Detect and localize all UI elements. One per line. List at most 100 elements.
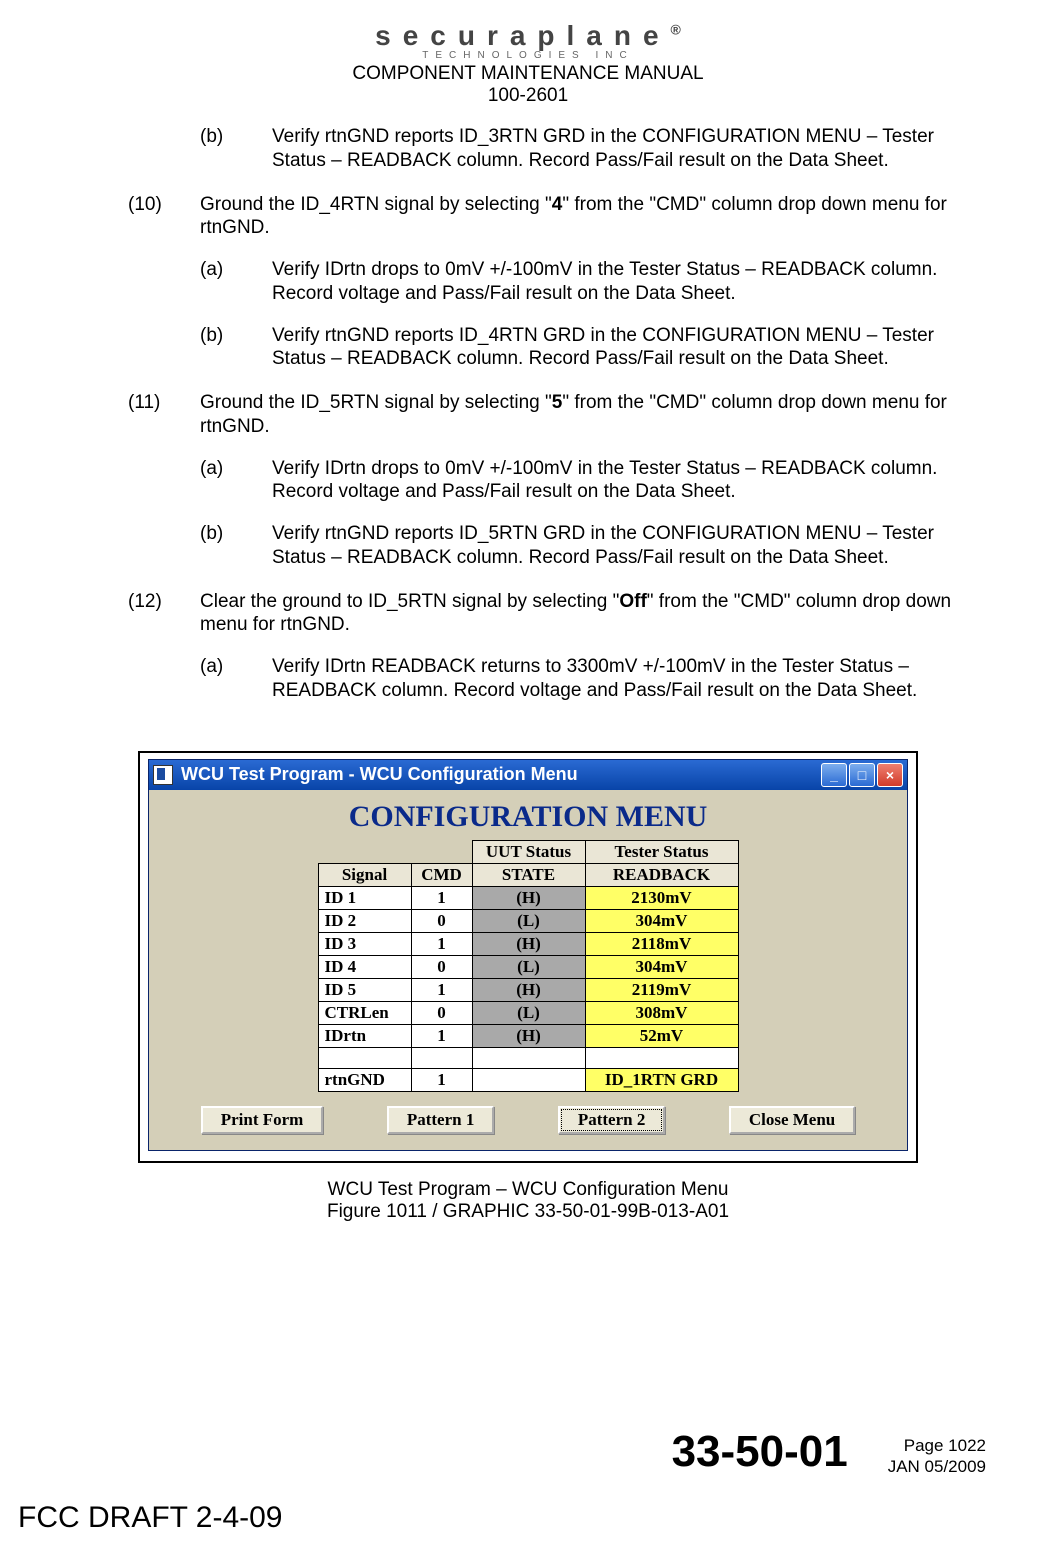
cell-signal: ID 3 <box>318 932 411 955</box>
pattern-1-button[interactable]: Pattern 1 <box>387 1106 495 1134</box>
step-label: (12) <box>128 590 200 638</box>
table-row: CTRLen0(L)308mV <box>318 1001 738 1024</box>
step-text: Verify IDrtn READBACK returns to 3300mV … <box>272 655 986 703</box>
page-info: Page 1022 JAN 05/2009 <box>888 1436 986 1477</box>
step-text: Verify rtnGND reports ID_5RTN GRD in the… <box>272 522 986 570</box>
step-text: Verify IDrtn drops to 0mV +/-100mV in th… <box>272 258 986 306</box>
cell-state: (L) <box>472 1001 585 1024</box>
brand-subtitle: TECHNOLOGIES INC <box>70 50 986 61</box>
body-text: (b) Verify rtnGND reports ID_3RTN GRD in… <box>70 125 986 703</box>
step-10a: (a) Verify IDrtn drops to 0mV +/-100mV i… <box>200 258 986 306</box>
config-table: UUT Status Tester Status Signal CMD STAT… <box>318 840 739 1092</box>
cell-readback: ID_1RTN GRD <box>585 1068 738 1091</box>
step-12a: (a) Verify IDrtn READBACK returns to 330… <box>200 655 986 703</box>
page-number: Page 1022 <box>888 1436 986 1456</box>
close-menu-button[interactable]: Close Menu <box>729 1106 855 1134</box>
step-text: Verify IDrtn drops to 0mV +/-100mV in th… <box>272 457 986 505</box>
cell-signal: CTRLen <box>318 1001 411 1024</box>
minimize-icon[interactable]: _ <box>821 763 847 787</box>
step-12: (12) Clear the ground to ID_5RTN signal … <box>128 590 986 638</box>
cell-readback: 2118mV <box>585 932 738 955</box>
step-label: (b) <box>200 324 272 372</box>
step-b: (b) Verify rtnGND reports ID_3RTN GRD in… <box>200 125 986 173</box>
step-10b: (b) Verify rtnGND reports ID_4RTN GRD in… <box>200 324 986 372</box>
cell-signal: IDrtn <box>318 1024 411 1047</box>
cell-state: (H) <box>472 978 585 1001</box>
step-label: (10) <box>128 193 200 241</box>
app-icon <box>153 765 173 785</box>
manual-number: 100-2601 <box>70 85 986 107</box>
table-group-header: UUT Status Tester Status <box>318 840 738 863</box>
step-11: (11) Ground the ID_5RTN signal by select… <box>128 391 986 439</box>
close-icon[interactable]: × <box>877 763 903 787</box>
step-label: (b) <box>200 125 272 173</box>
cell-signal: ID 4 <box>318 955 411 978</box>
config-menu-title: CONFIGURATION MENU <box>159 800 897 834</box>
cell-cmd[interactable]: 1 <box>411 932 472 955</box>
col-state: STATE <box>472 863 585 886</box>
cell-cmd[interactable]: 0 <box>411 955 472 978</box>
step-11b: (b) Verify rtnGND reports ID_5RTN GRD in… <box>200 522 986 570</box>
col-readback: READBACK <box>585 863 738 886</box>
cell-signal: ID 5 <box>318 978 411 1001</box>
figure-number: Figure 1011 / GRAPHIC 33-50-01-99B-013-A… <box>70 1201 986 1223</box>
manual-title: COMPONENT MAINTENANCE MANUAL <box>70 63 986 85</box>
brand-logo: securaplane® <box>70 20 986 52</box>
table-row-rtngnd: rtnGND 1 ID_1RTN GRD <box>318 1068 738 1091</box>
step-label: (a) <box>200 655 272 703</box>
cell-cmd[interactable]: 1 <box>411 1068 472 1091</box>
table-row: IDrtn1(H)52mV <box>318 1024 738 1047</box>
step-11a: (a) Verify IDrtn drops to 0mV +/-100mV i… <box>200 457 986 505</box>
cell-state: (H) <box>472 886 585 909</box>
cell-readback: 308mV <box>585 1001 738 1024</box>
cell-state <box>472 1068 585 1091</box>
uut-status-header: UUT Status <box>472 840 585 863</box>
step-label: (a) <box>200 457 272 505</box>
step-label: (a) <box>200 258 272 306</box>
step-label: (11) <box>128 391 200 439</box>
cell-cmd[interactable]: 1 <box>411 1024 472 1047</box>
cell-state: (H) <box>472 932 585 955</box>
cell-readback: 2130mV <box>585 886 738 909</box>
button-row: Print Form Pattern 1 Pattern 2 Close Men… <box>159 1106 897 1134</box>
section-code: 33-50-01 <box>672 1427 848 1477</box>
brand-name: securaplane <box>375 20 670 51</box>
cell-readback: 304mV <box>585 955 738 978</box>
window-body: CONFIGURATION MENU UUT Status Tester Sta… <box>149 790 907 1150</box>
figure-title: WCU Test Program – WCU Configuration Men… <box>70 1179 986 1201</box>
step-text: Ground the ID_5RTN signal by selecting "… <box>200 391 986 439</box>
table-row: ID 51(H)2119mV <box>318 978 738 1001</box>
fcc-draft-stamp: FCC DRAFT 2-4-09 <box>18 1501 283 1535</box>
cell-cmd[interactable]: 0 <box>411 909 472 932</box>
window-controls: _ □ × <box>821 763 903 787</box>
step-text: Verify rtnGND reports ID_3RTN GRD in the… <box>272 125 986 173</box>
col-signal: Signal <box>318 863 411 886</box>
cell-cmd[interactable]: 0 <box>411 1001 472 1024</box>
print-form-button[interactable]: Print Form <box>201 1106 324 1134</box>
table-column-header: Signal CMD STATE READBACK <box>318 863 738 886</box>
cell-cmd[interactable]: 1 <box>411 886 472 909</box>
tester-status-header: Tester Status <box>585 840 738 863</box>
window-title: WCU Test Program - WCU Configuration Men… <box>181 764 821 785</box>
cell-readback: 304mV <box>585 909 738 932</box>
table-row-empty <box>318 1047 738 1068</box>
cell-cmd[interactable]: 1 <box>411 978 472 1001</box>
table-row: ID 40(L)304mV <box>318 955 738 978</box>
step-text: Clear the ground to ID_5RTN signal by se… <box>200 590 986 638</box>
maximize-icon[interactable]: □ <box>849 763 875 787</box>
cell-readback: 2119mV <box>585 978 738 1001</box>
col-cmd: CMD <box>411 863 472 886</box>
cell-signal: ID 1 <box>318 886 411 909</box>
document-header: securaplane® TECHNOLOGIES INC COMPONENT … <box>70 20 986 107</box>
step-label: (b) <box>200 522 272 570</box>
table-row: ID 11(H)2130mV <box>318 886 738 909</box>
cell-signal: ID 2 <box>318 909 411 932</box>
table-row: ID 20(L)304mV <box>318 909 738 932</box>
cell-signal: rtnGND <box>318 1068 411 1091</box>
app-window: WCU Test Program - WCU Configuration Men… <box>148 759 908 1151</box>
window-titlebar[interactable]: WCU Test Program - WCU Configuration Men… <box>149 760 907 790</box>
registered-icon: ® <box>671 22 681 38</box>
cell-state: (L) <box>472 909 585 932</box>
pattern-2-button[interactable]: Pattern 2 <box>558 1106 666 1134</box>
table-row: ID 31(H)2118mV <box>318 932 738 955</box>
